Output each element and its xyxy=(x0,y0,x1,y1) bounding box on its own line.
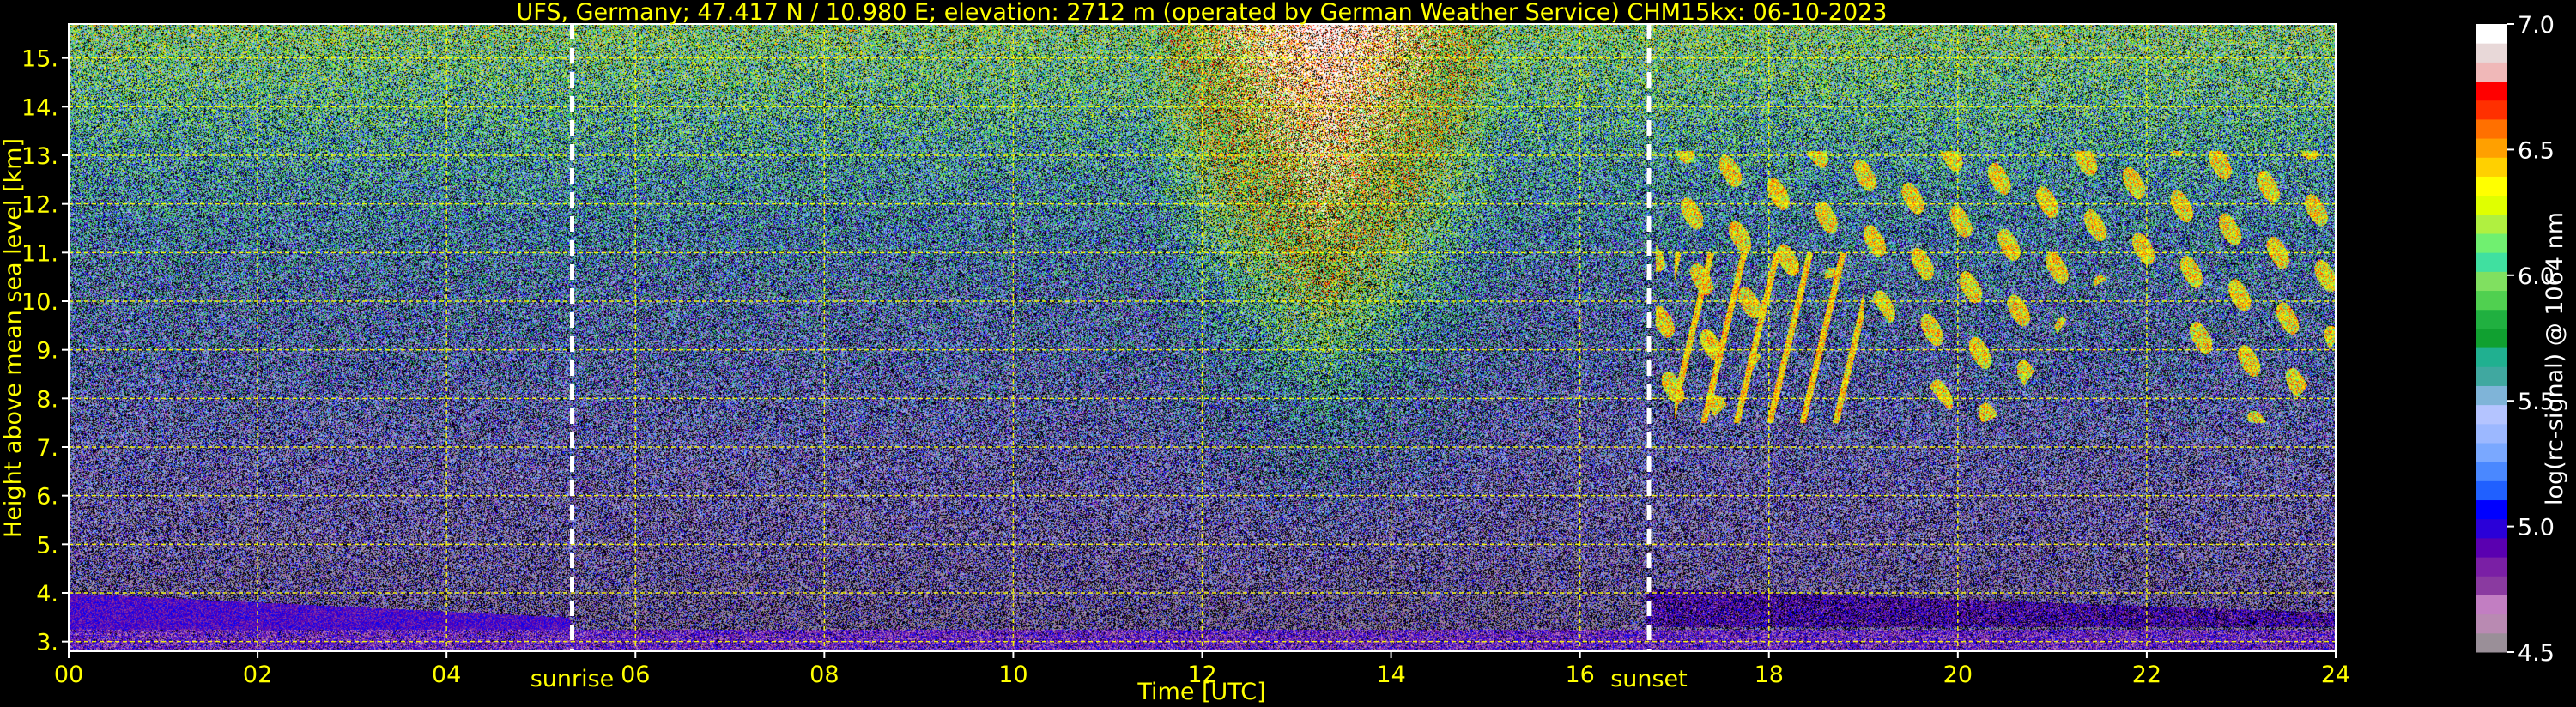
colorbar-swatch xyxy=(2476,62,2507,82)
colorbar-swatch xyxy=(2476,462,2507,481)
colorbar-swatch xyxy=(2476,576,2507,595)
x-tick-label: 08 xyxy=(809,662,839,688)
colorbar-tick-label: 5.0 xyxy=(2518,515,2555,541)
y-tick-label: 5. xyxy=(36,532,58,559)
marker-label-sunset: sunset xyxy=(1610,666,1688,692)
colorbar-swatch xyxy=(2476,252,2507,272)
y-tick-label: 6. xyxy=(36,484,58,511)
colorbar-swatch xyxy=(2476,176,2507,196)
colorbar-swatch xyxy=(2476,557,2507,577)
y-tick-label: 10. xyxy=(21,289,58,316)
x-tick-label: 00 xyxy=(54,662,83,688)
y-tick-label: 4. xyxy=(36,581,58,607)
colorbar-swatch xyxy=(2476,480,2507,501)
axes: 00 02 04 06 08 10 12 14 16 18 20 22 243.4.5.6.7.8.9.… xyxy=(21,23,2350,688)
chart-title: UFS, Germany; 47.417 N / 10.980 E; eleva… xyxy=(517,0,1888,26)
colorbar-swatch xyxy=(2476,347,2507,367)
colorbar-tick-label: 4.5 xyxy=(2518,640,2555,667)
y-tick-label: 9. xyxy=(36,338,58,365)
colorbar-swatch xyxy=(2476,290,2507,311)
colorbar-swatch xyxy=(2476,595,2507,615)
colorbar-swatch xyxy=(2476,423,2507,444)
colorbar-swatch xyxy=(2476,443,2507,462)
y-tick-label: 11. xyxy=(21,240,58,267)
colorbar-tick-label: 7.0 xyxy=(2518,12,2555,39)
x-tick-label: 10 xyxy=(998,662,1027,688)
y-tick-label: 15. xyxy=(21,46,58,73)
x-tick-label: 22 xyxy=(2132,662,2161,688)
colorbar-swatch xyxy=(2476,385,2507,406)
colorbar-swatch xyxy=(2476,309,2507,329)
chart-svg: sunrise sunset 00 02 04 06 08 10 12 14 16 18 20 22 24… xyxy=(0,0,2568,705)
y-tick-label: 12. xyxy=(21,192,58,219)
x-tick-label: 18 xyxy=(1755,662,1784,688)
sun-markers: sunrise sunset xyxy=(530,24,1688,692)
colorbar-swatch xyxy=(2476,24,2507,44)
colorbar-swatch xyxy=(2476,118,2507,139)
x-tick-label: 06 xyxy=(621,662,650,688)
colorbar-swatch xyxy=(2476,537,2507,558)
colorbar-swatch xyxy=(2476,328,2507,348)
colorbar-tick-label: 6.5 xyxy=(2518,137,2555,164)
x-tick-label: 14 xyxy=(1376,662,1405,688)
colorbar-swatch xyxy=(2476,100,2507,120)
x-tick-label: 04 xyxy=(432,662,461,688)
colorbar-swatch xyxy=(2476,81,2507,101)
colorbar-swatch xyxy=(2476,195,2507,215)
y-tick-label: 13. xyxy=(21,143,58,170)
colorbar-swatch xyxy=(2476,632,2507,653)
colorbar-swatch xyxy=(2476,138,2507,158)
x-tick-label: 16 xyxy=(1565,662,1594,688)
y-axis-label: Height above mean sea level [km] xyxy=(0,138,27,538)
y-tick-label: 3. xyxy=(36,630,58,656)
colorbar-swatch xyxy=(2476,499,2507,520)
colorbar-swatch xyxy=(2476,214,2507,234)
colorbar-label: log(rc-signal) @ 1064 nm xyxy=(2542,212,2568,505)
y-tick-label: 8. xyxy=(36,386,58,413)
x-tick-label: 24 xyxy=(2321,662,2350,688)
colorbar-swatch xyxy=(2476,366,2507,386)
colorbar-swatch xyxy=(2476,271,2507,292)
colorbar-swatch xyxy=(2476,518,2507,539)
y-tick-label: 7. xyxy=(36,435,58,462)
colorbar-swatch xyxy=(2476,43,2507,63)
x-tick-label: 20 xyxy=(1943,662,1973,688)
y-tick-label: 14. xyxy=(21,94,58,121)
marker-label-sunrise: sunrise xyxy=(530,666,615,692)
colorbar-swatch xyxy=(2476,404,2507,425)
x-tick-label: 02 xyxy=(243,662,272,688)
colorbar-swatch xyxy=(2476,233,2507,253)
colorbar-swatch xyxy=(2476,157,2507,177)
grid-lines xyxy=(68,24,2337,651)
x-axis-label: Time [UTC] xyxy=(1136,679,1265,705)
colorbar-swatch xyxy=(2476,613,2507,634)
